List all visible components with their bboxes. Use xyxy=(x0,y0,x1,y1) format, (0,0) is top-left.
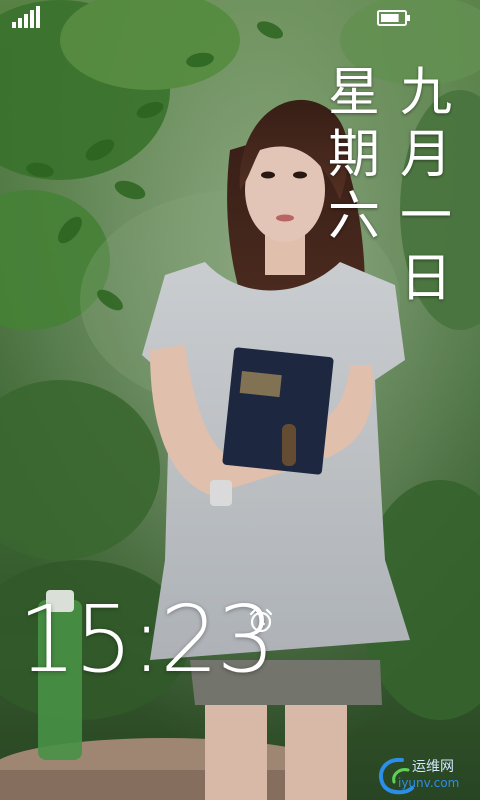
date-vertical-text: 九 月 一 日 xyxy=(394,62,458,310)
watermark-url: iyunv.com xyxy=(398,776,460,790)
date-char: 一 xyxy=(399,187,452,247)
weekday-char: 六 xyxy=(327,187,380,247)
watermark-site-name: 运维网 xyxy=(412,759,454,775)
status-bar xyxy=(0,0,480,34)
signal-strength-icon xyxy=(12,6,40,28)
date-char: 月 xyxy=(399,125,452,185)
alarm-clock-icon xyxy=(249,608,273,633)
date-char: 九 xyxy=(399,63,452,123)
weekday-vertical-text: 星 期 六 xyxy=(322,62,386,248)
date-char: 日 xyxy=(399,249,452,309)
site-watermark: 运维网 iyunv.com xyxy=(372,752,476,796)
weekday-char: 星 xyxy=(327,63,380,123)
clock-time: 15:23 xyxy=(18,586,275,693)
battery-icon xyxy=(377,10,410,26)
weekday-char: 期 xyxy=(327,125,380,185)
lock-screen: 星 期 六 九 月 一 日 15:23 运维网 iyunv.com xyxy=(0,0,480,800)
